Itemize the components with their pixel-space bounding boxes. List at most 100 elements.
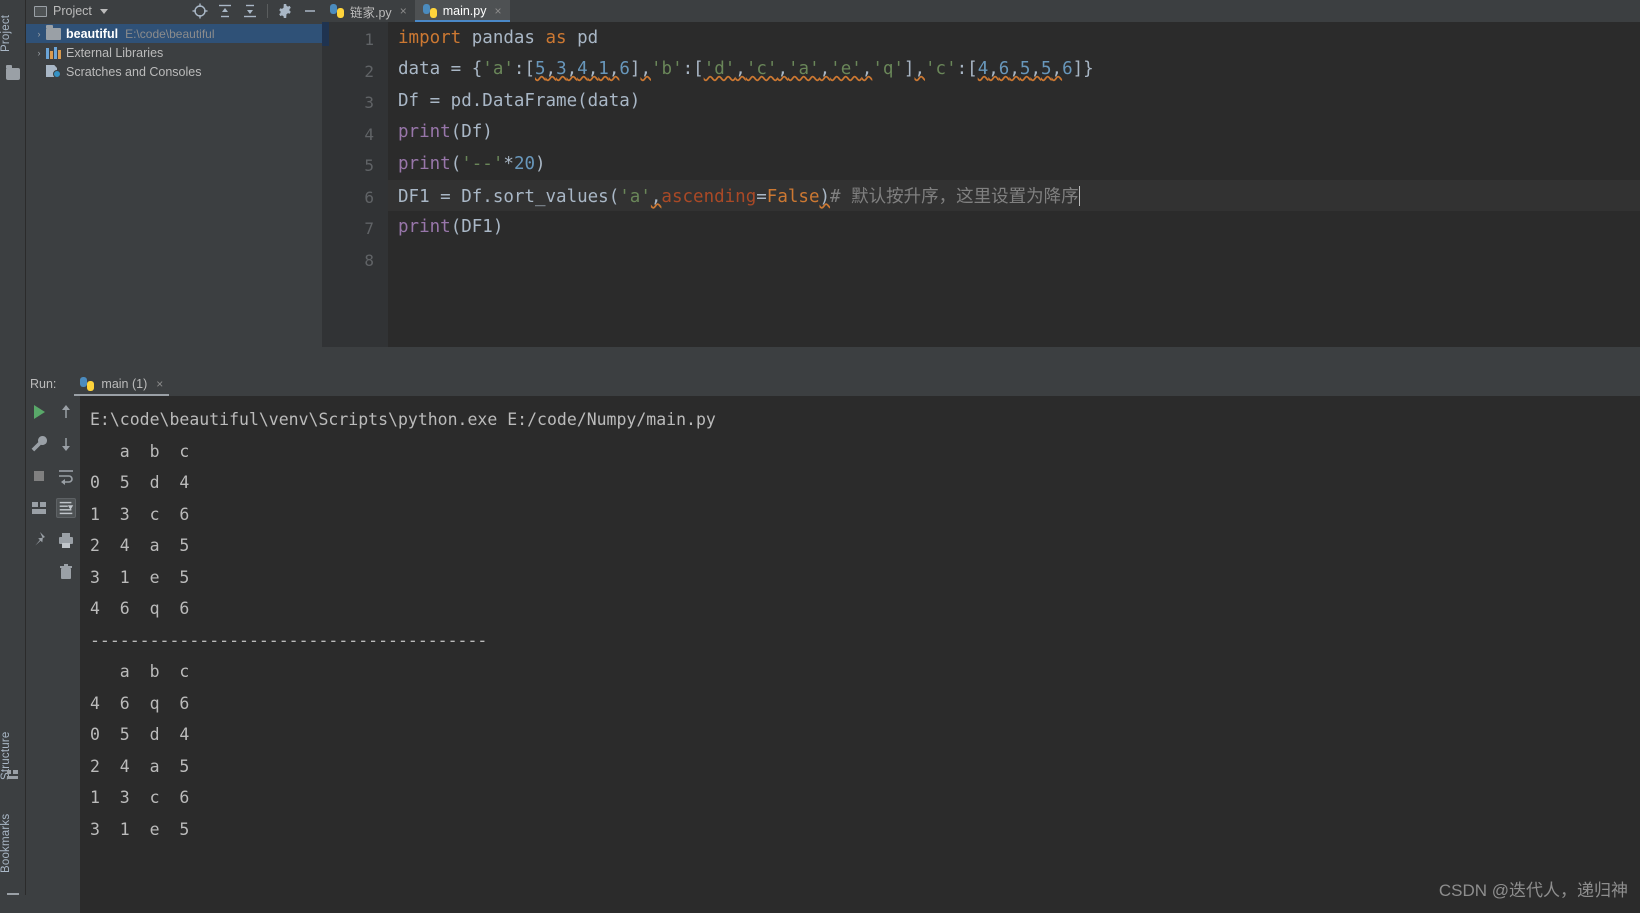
console-line-command: E:\code\beautiful\venv\Scripts\python.ex…: [90, 410, 716, 429]
console-line: 0 5 d 4: [90, 725, 190, 744]
wrench-icon[interactable]: [29, 434, 49, 454]
console-line: 4 6 q 6: [90, 599, 190, 618]
console-line: 2 4 a 5: [90, 536, 190, 555]
run-toolbar-secondary: [52, 396, 80, 913]
console-line: 1 3 c 6: [90, 504, 190, 524]
chevron-right-icon[interactable]: ›: [32, 29, 46, 39]
line-number: 5: [364, 156, 374, 175]
token-str: 'c': [745, 59, 778, 80]
console-text: E:\code\beautiful\venv\Scripts\python.ex…: [80, 396, 1640, 845]
token-colon-bracket: :[: [513, 59, 535, 80]
token-mult: *: [503, 153, 514, 174]
stop-button[interactable]: [29, 466, 49, 486]
left-tool-rail: Project Structure Bookmarks: [0, 0, 26, 913]
token-key-b: 'b': [651, 59, 683, 80]
hide-panel-icon[interactable]: [302, 3, 318, 19]
tree-node-external-libraries[interactable]: › External Libraries: [26, 43, 322, 62]
collapse-all-icon[interactable]: [242, 3, 258, 19]
rail-button-bookmarks[interactable]: Bookmarks: [0, 800, 26, 886]
tree-node-beautiful[interactable]: › beautiful E:\code\beautiful: [26, 24, 322, 43]
token-num: 5: [1019, 59, 1031, 80]
token-kwarg-ascending: ascending: [661, 186, 757, 207]
python-file-icon: [80, 377, 95, 391]
status-bar-left: [0, 895, 26, 913]
token-num: 5: [534, 59, 546, 80]
watermark: CSDN @迭代人，递归神: [1438, 881, 1628, 900]
print-button[interactable]: [56, 530, 76, 550]
token-sort-key: 'a': [619, 186, 651, 207]
run-tab-main[interactable]: main (1) ×: [74, 372, 170, 396]
token-str: 'q': [872, 59, 904, 80]
library-icon: [46, 46, 61, 59]
chevron-right-icon[interactable]: ›: [32, 48, 46, 58]
token-equals: =: [756, 186, 767, 207]
console-line: 1 3 c 6: [90, 788, 190, 807]
console-line: 3 1 e 5: [90, 819, 190, 839]
code-editor[interactable]: 1 2 3 4 5 6 7 8 import pandas as pd data…: [322, 22, 1640, 347]
run-panel-body: E:\code\beautiful\venv\Scripts\python.ex…: [26, 396, 1640, 913]
pin-tab-button[interactable]: [29, 530, 49, 550]
token-num: 6: [998, 59, 1010, 80]
token-dash-string: '--': [461, 153, 504, 174]
code-line-2: data = {'a':[5,3,4,1,6],'b':['d','c','a'…: [398, 59, 1094, 80]
editor-tab-lianjia[interactable]: 链家.py ×: [322, 0, 415, 22]
token-str: 'e': [830, 59, 862, 80]
token-num: 3: [556, 59, 567, 80]
expand-all-icon[interactable]: [217, 3, 233, 19]
scroll-to-end-button[interactable]: [56, 498, 76, 518]
tree-node-scratches[interactable]: Scratches and Consoles: [26, 62, 322, 81]
close-icon[interactable]: ×: [156, 377, 163, 391]
editor-gutter[interactable]: 1 2 3 4 5 6 7 8: [322, 22, 388, 347]
project-panel-toolbar: [192, 0, 318, 22]
token-print: print: [398, 122, 451, 143]
console-line: 0 5 d 4: [90, 473, 190, 492]
down-arrow-button[interactable]: [56, 434, 76, 454]
folder-icon: [46, 24, 61, 40]
soft-wrap-button[interactable]: [56, 466, 76, 486]
project-tree: › beautiful E:\code\beautiful › External…: [26, 22, 322, 81]
console-line: a b c: [90, 662, 190, 681]
gear-icon[interactable]: [277, 3, 293, 19]
rail-button-project[interactable]: Project: [0, 2, 26, 64]
token-print-args: (Df): [450, 122, 493, 143]
tree-node-label: Scratches and Consoles: [66, 64, 202, 79]
line-number: 4: [364, 124, 374, 144]
project-folder-icon[interactable]: [6, 65, 20, 80]
token-paren-close: ): [535, 153, 546, 174]
tab-label: 链家.py: [350, 5, 392, 20]
close-icon[interactable]: ×: [494, 4, 501, 18]
token-num-20: 20: [513, 153, 536, 174]
structure-icon: [7, 770, 18, 779]
token-str: 'd': [703, 59, 736, 80]
layout-button[interactable]: [29, 498, 49, 518]
console-output[interactable]: E:\code\beautiful\venv\Scripts\python.ex…: [80, 396, 1640, 913]
run-panel-header: Run: main (1) ×: [26, 372, 1640, 396]
chevron-down-icon[interactable]: [99, 8, 108, 14]
tab-label: main.py: [442, 4, 487, 18]
up-arrow-button[interactable]: [56, 402, 76, 422]
code-line-4: print(Df): [388, 117, 1640, 149]
line-number: 8: [364, 250, 374, 270]
rerun-button[interactable]: [29, 402, 49, 422]
close-icon[interactable]: ×: [400, 4, 407, 18]
token-false: False: [766, 186, 820, 207]
locate-icon[interactable]: [192, 3, 208, 19]
code-line-5: print('--'*20): [388, 148, 1640, 180]
console-line: 2 4 a 5: [90, 756, 190, 776]
token-print: print: [398, 153, 451, 174]
token-paren-close: ): [819, 186, 831, 207]
project-window-icon: [34, 5, 47, 17]
scratches-icon: [46, 65, 61, 78]
token-paren: (: [450, 153, 462, 174]
project-panel-header: Project: [26, 0, 322, 22]
token-keyword-as: as: [545, 27, 567, 48]
run-tab-label: main (1): [101, 377, 148, 391]
code-lines[interactable]: import pandas as pd data = {'a':[5,3,4,1…: [388, 22, 1640, 347]
editor-tab-main[interactable]: main.py ×: [414, 0, 510, 22]
trash-icon[interactable]: [56, 562, 76, 582]
token-num: 5: [1040, 59, 1052, 80]
token-key-a: 'a': [482, 59, 514, 80]
rail-button-structure[interactable]: Structure: [0, 718, 26, 794]
run-toolbar-primary: [26, 396, 52, 913]
